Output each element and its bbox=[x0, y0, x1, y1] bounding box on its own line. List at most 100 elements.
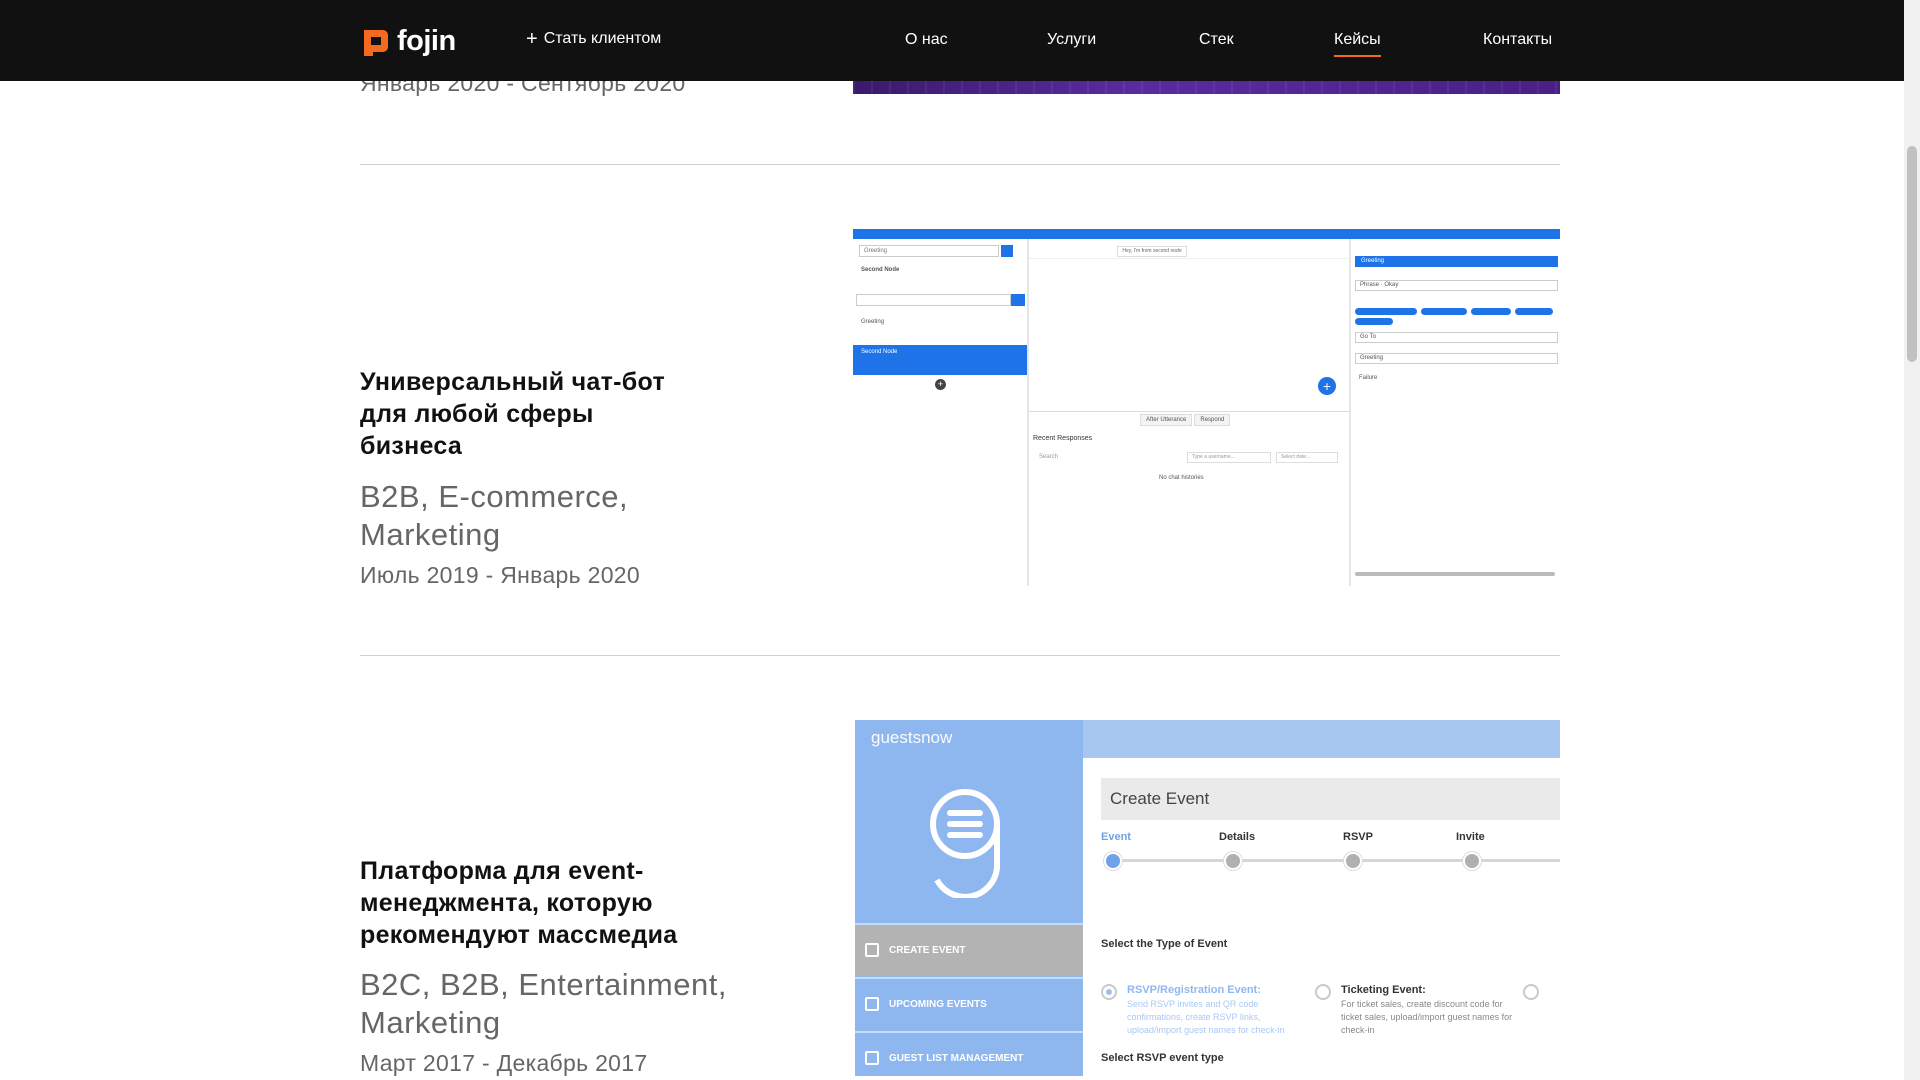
panel-scrollbar bbox=[1355, 572, 1555, 576]
add-node-button bbox=[1001, 245, 1013, 257]
case-3-title-line: Платформа для event- bbox=[360, 857, 644, 885]
date-field: Select date... bbox=[1276, 452, 1338, 463]
case-2-dates: Июль 2019 - Январь 2020 bbox=[360, 562, 640, 588]
node-search-field bbox=[856, 294, 1011, 306]
event-main: Create Event Event Details RSVP Invite S… bbox=[1083, 758, 1560, 1076]
phrase-value: Okay bbox=[1384, 282, 1399, 288]
radio-partial bbox=[1523, 984, 1539, 1000]
case-3-dates: Март 2017 - Декабрь 2017 bbox=[360, 1050, 648, 1076]
menu-upcoming-events-label: UPCOMING EVENTS bbox=[889, 998, 987, 1010]
calendar-icon bbox=[865, 997, 879, 1011]
menu-create-event: CREATE EVENT bbox=[855, 923, 1083, 975]
case-2-tags-line: Marketing bbox=[360, 517, 501, 552]
step-dot bbox=[1463, 852, 1481, 870]
become-client-label: Стать клиентом bbox=[543, 30, 662, 47]
case-3-tags-line: B2C, B2B, Entertainment, bbox=[360, 967, 727, 1002]
site-header: fojin + Стать клиентом О нас Услуги Стек… bbox=[0, 0, 1904, 81]
action-chip bbox=[1471, 308, 1511, 315]
option-rsvp-desc: Send RSVP invites and QR code confirmati… bbox=[1127, 999, 1285, 1035]
page: fojin + Стать клиентом О нас Услуги Стек… bbox=[0, 0, 1920, 1080]
menu-guest-list: GUEST LIST MANAGEMENT bbox=[855, 1031, 1083, 1076]
nav-stack[interactable]: Стек bbox=[1199, 31, 1234, 57]
node-greeting: Greeting bbox=[861, 319, 885, 325]
case-3-tags-line: Marketing bbox=[360, 1005, 501, 1040]
no-chats-text: No chat histories bbox=[1159, 475, 1204, 481]
nav-about[interactable]: О нас bbox=[905, 31, 948, 57]
event-brand: guestsnow bbox=[871, 728, 953, 747]
case-3-title-line: менеджмента, которую bbox=[360, 889, 653, 917]
step-dot bbox=[1224, 852, 1242, 870]
node-selected: Second Node bbox=[853, 345, 1027, 375]
divider bbox=[360, 655, 1560, 656]
second-node-label: Second Node bbox=[861, 267, 900, 273]
action-chip bbox=[1355, 318, 1393, 325]
chatbot-node-panel: Greeting Second Node Greeting Second Nod… bbox=[853, 239, 1029, 586]
menu-guest-list-label: GUEST LIST MANAGEMENT bbox=[889, 1052, 1024, 1064]
action-chip bbox=[1421, 308, 1467, 315]
add-node-icon: + bbox=[935, 379, 946, 390]
add-button-icon: + bbox=[1318, 377, 1336, 395]
menu-upcoming-events: UPCOMING EVENTS bbox=[855, 977, 1083, 1029]
recent-responses-heading: Recent Responses bbox=[1033, 435, 1093, 442]
node-selected-label: Second Node bbox=[861, 349, 898, 355]
option-rsvp-title: RSVP/Registration Event: bbox=[1127, 984, 1261, 996]
calendar-icon bbox=[865, 943, 879, 957]
tab-respond: Respond bbox=[1194, 414, 1231, 426]
chatbot-detail-panel: Greeting Phrase · Okay Go To Greeting Fa… bbox=[1349, 239, 1560, 586]
stepper-line bbox=[1113, 859, 1560, 862]
step-rsvp: RSVP bbox=[1343, 831, 1373, 843]
radio-ticketing bbox=[1315, 984, 1331, 1000]
canvas-divider bbox=[1029, 411, 1349, 412]
page-scrollbar[interactable] bbox=[1904, 0, 1920, 1080]
nav-contacts[interactable]: Контакты bbox=[1483, 31, 1552, 57]
nav-cases[interactable]: Кейсы bbox=[1334, 31, 1381, 57]
become-client-button[interactable]: + Стать клиентом bbox=[526, 28, 662, 50]
chatbot-node-select: Greeting bbox=[859, 245, 999, 257]
rsvp-type-heading: Select RSVP event type bbox=[1101, 1052, 1224, 1064]
username-field: Type a username... bbox=[1187, 452, 1271, 463]
case-2-screenshot[interactable]: Greeting Second Node Greeting Second Nod… bbox=[853, 229, 1560, 586]
logo-mark-icon bbox=[364, 29, 388, 56]
case-2-title-line: для любой сферы bbox=[360, 400, 594, 428]
search-icon bbox=[1011, 294, 1025, 306]
menu-create-event-label: CREATE EVENT bbox=[889, 944, 966, 956]
step-invite: Invite bbox=[1456, 831, 1485, 843]
response-tabs: After Utterance Respond bbox=[1140, 414, 1232, 426]
step-dot bbox=[1104, 852, 1122, 870]
responses-search-label: Search bbox=[1039, 454, 1059, 460]
option-ticketing-desc: For ticket sales, create discount code f… bbox=[1341, 999, 1513, 1035]
scrollbar-thumb[interactable] bbox=[1907, 146, 1917, 362]
case-3-screenshot[interactable]: guestsnow CREATE EVENT UPCOMING EVENTS G… bbox=[855, 720, 1560, 1076]
case-2-title[interactable]: Универсальный чат-бот для любой сферы би… bbox=[360, 366, 665, 462]
step-dot bbox=[1344, 852, 1362, 870]
case-3-tags: B2C, B2B, Entertainment, Marketing bbox=[360, 966, 727, 1042]
step-details: Details bbox=[1219, 831, 1256, 843]
destination-field: Greeting bbox=[1355, 353, 1558, 364]
case-2-tags: B2B, E-commerce, Marketing bbox=[360, 478, 628, 554]
case-3-title[interactable]: Платформа для event- менеджмента, котору… bbox=[360, 855, 678, 951]
phrase-label: Phrase bbox=[1360, 282, 1380, 288]
event-sidebar: guestsnow CREATE EVENT UPCOMING EVENTS G… bbox=[855, 720, 1083, 1076]
step-event: Event bbox=[1101, 831, 1131, 843]
failure-row: Failure bbox=[1359, 375, 1378, 381]
phrase-field: Phrase · Okay bbox=[1355, 280, 1558, 291]
logo[interactable]: fojin bbox=[361, 25, 456, 58]
event-type-heading: Select the Type of Event bbox=[1101, 938, 1228, 950]
list-icon bbox=[865, 1051, 879, 1065]
create-event-title: Create Event bbox=[1101, 778, 1560, 820]
plus-icon: + bbox=[526, 28, 538, 50]
case-2-title-line: Универсальный чат-бот bbox=[360, 368, 666, 396]
goto-field: Go To bbox=[1355, 332, 1558, 343]
guestsnow-logo-icon bbox=[930, 789, 1000, 898]
detail-header: Greeting bbox=[1355, 256, 1558, 267]
canvas-toolbar bbox=[1029, 239, 1349, 259]
tab-after-utterance: After Utterance bbox=[1140, 414, 1193, 426]
logo-text: fojin bbox=[397, 25, 456, 57]
nav-services[interactable]: Услуги bbox=[1047, 31, 1096, 57]
case-3-title-line: рекомендуют массмедиа bbox=[360, 921, 678, 949]
action-chip bbox=[1515, 308, 1553, 315]
canvas-message: Hey, I'm from second node bbox=[1117, 246, 1187, 257]
radio-rsvp bbox=[1101, 984, 1117, 1000]
event-stepper: Event Details RSVP Invite bbox=[1101, 831, 1560, 871]
case-2-title-line: бизнеса bbox=[360, 432, 463, 460]
